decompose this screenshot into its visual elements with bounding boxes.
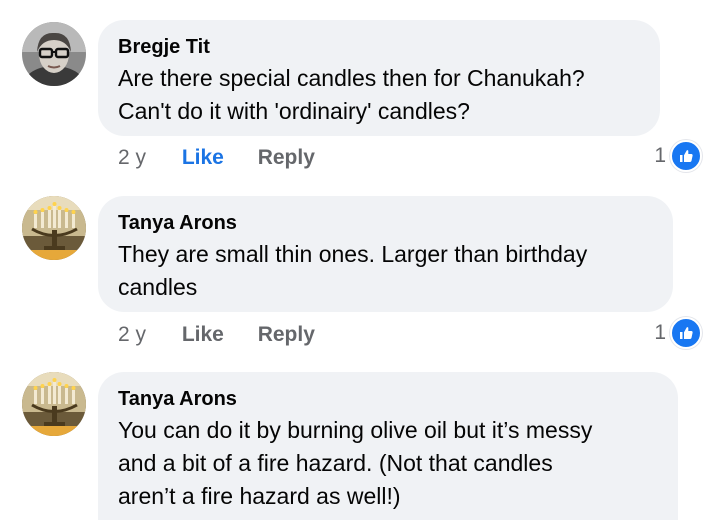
comment-age[interactable]: 2 y (118, 320, 176, 350)
comment-age[interactable]: 2 y (118, 143, 176, 173)
thumbs-up-icon (670, 140, 702, 172)
reply-button[interactable]: Reply (258, 143, 315, 173)
comment-text: You can do it by burning olive oil but i… (118, 417, 593, 509)
reaction-summary[interactable]: 1 (654, 317, 702, 349)
like-button[interactable]: Like (182, 143, 252, 173)
comment-author[interactable]: Bregje Tit (118, 34, 640, 60)
like-button[interactable]: Like (182, 320, 252, 350)
comment-text: They are small thin ones. Larger than bi… (118, 241, 588, 300)
comment-author[interactable]: Tanya Arons (118, 210, 653, 236)
comment-actions: 2 y Like Reply (118, 143, 315, 173)
comment-author[interactable]: Tanya Arons (118, 386, 658, 412)
avatar[interactable] (22, 196, 86, 260)
comment-actions: 2 y Like Reply (118, 320, 315, 350)
avatar[interactable] (22, 22, 86, 86)
reaction-count: 1 (654, 144, 666, 167)
comment-bubble: Tanya Arons You can do it by burning oli… (98, 372, 678, 520)
person-with-glasses-avatar-icon (22, 22, 86, 86)
reply-button[interactable]: Reply (258, 320, 315, 350)
reaction-summary[interactable]: 1 (654, 140, 702, 172)
avatar[interactable] (22, 372, 86, 436)
menorah-candles-avatar-icon (22, 372, 86, 436)
comment-bubble: Tanya Arons They are small thin ones. La… (98, 196, 673, 312)
comment-text: Are there special candles then for Chanu… (118, 65, 585, 124)
comment-thread: Bregje Tit Are there special candles the… (0, 0, 720, 520)
reaction-count: 1 (654, 321, 666, 344)
thumbs-up-icon (670, 317, 702, 349)
comment-bubble: Bregje Tit Are there special candles the… (98, 20, 660, 136)
menorah-candles-avatar-icon (22, 196, 86, 260)
